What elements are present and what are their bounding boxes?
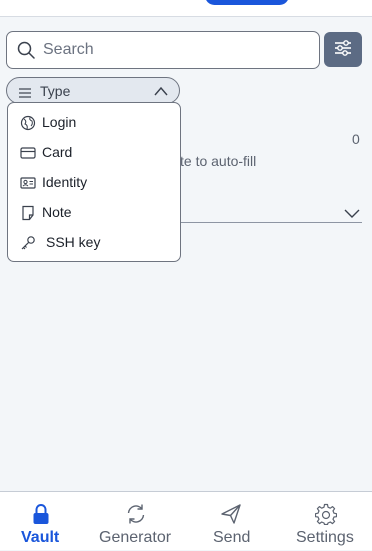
type-filter-label: Type [40, 83, 71, 99]
menu-item-label: SSH key [46, 234, 101, 250]
nav-vault[interactable]: Vault [0, 492, 84, 551]
gear-icon [314, 503, 338, 526]
section-divider [180, 222, 362, 223]
top-bar [0, 0, 372, 17]
sliders-icon [334, 40, 352, 59]
lock-icon [30, 503, 52, 525]
nav-send[interactable]: Send [200, 492, 264, 551]
menu-item-note[interactable]: Note [8, 198, 180, 228]
nav-settings[interactable]: Settings [290, 492, 366, 551]
nav-label: Vault [21, 529, 60, 546]
send-icon [220, 503, 242, 525]
menu-item-label: Note [42, 204, 72, 220]
chevron-up-icon [153, 84, 169, 102]
note-icon [20, 205, 36, 221]
key-icon [20, 235, 36, 251]
nav-label: Generator [99, 529, 172, 546]
nav-label: Settings [296, 529, 354, 546]
list-icon [19, 85, 31, 103]
nav-label: Send [213, 529, 251, 546]
search-box[interactable] [6, 31, 320, 69]
search-icon [17, 41, 35, 59]
nav-generator[interactable]: Generator [92, 492, 182, 551]
search-input[interactable] [43, 32, 313, 68]
menu-item-label: Login [42, 114, 77, 130]
menu-item-login[interactable]: Login [8, 108, 180, 138]
id-card-icon [20, 175, 36, 191]
item-count: 0 [352, 131, 360, 147]
menu-item-card[interactable]: Card [8, 138, 180, 168]
menu-item-label: Identity [42, 174, 88, 190]
credit-card-icon [20, 145, 36, 161]
refresh-icon [125, 503, 147, 525]
menu-item-ssh-key[interactable]: SSH key [8, 228, 180, 258]
globe-icon [20, 115, 36, 131]
menu-item-label: Card [42, 144, 73, 160]
bottom-navigation: Vault Generator Send Settings [0, 491, 372, 550]
autofill-hint-text: te to auto-fill [180, 153, 257, 169]
type-menu: Login Card Identity Note SSH key [7, 102, 181, 262]
top-action-button[interactable] [205, 0, 289, 5]
type-filter-dropdown[interactable]: Type [6, 77, 180, 104]
filter-settings-button[interactable] [324, 32, 362, 67]
menu-item-identity[interactable]: Identity [8, 168, 180, 198]
